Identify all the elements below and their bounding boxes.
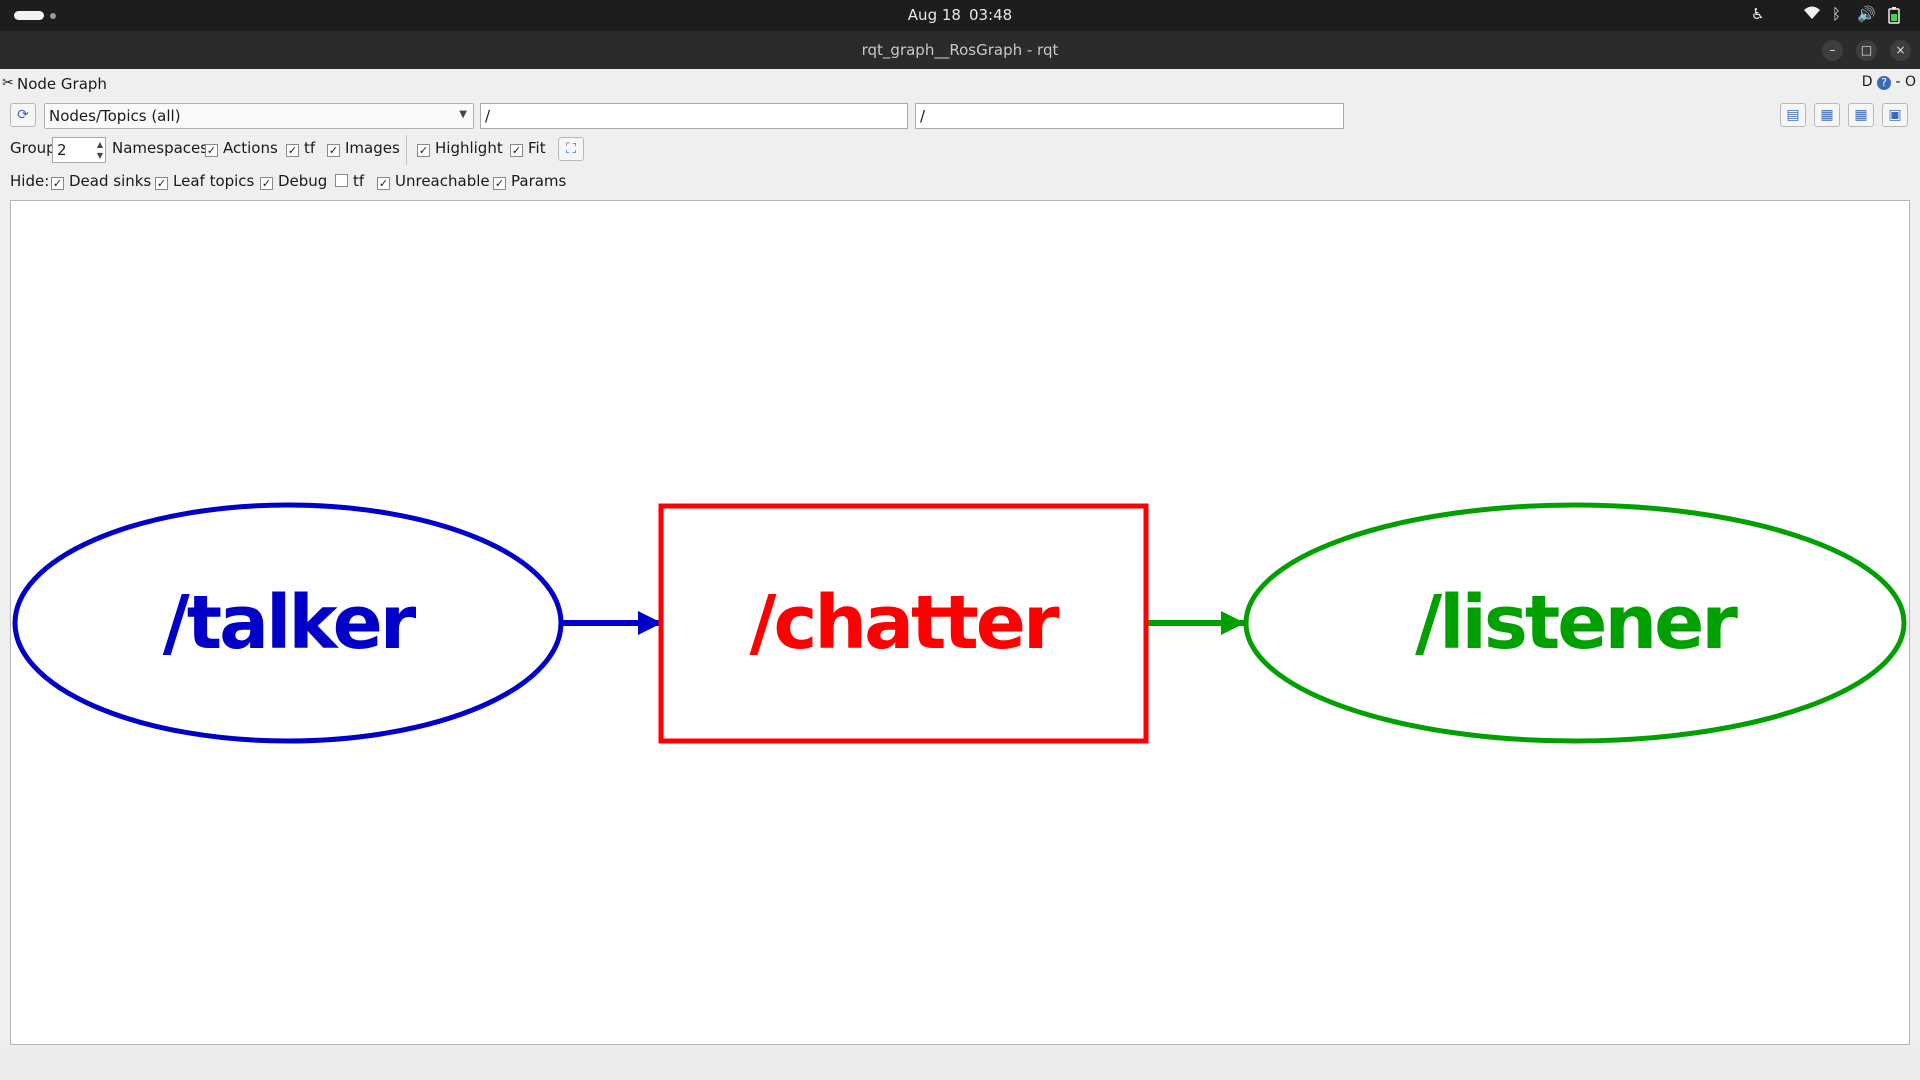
clock-time: 03:48 [968,6,1013,24]
checkmark-icon: ✓ [155,177,168,190]
hide-tf-checkbox[interactable]: tf [335,172,364,190]
save-svg-button[interactable]: ▦ [1848,103,1874,127]
system-top-bar: Aug 18 03:48 ♿ ᛒ 🔊 [0,0,1920,31]
checkmark-icon: ✓ [377,177,390,190]
close-button[interactable]: × [1890,40,1911,61]
save-icon: ▤ [1786,107,1800,123]
plugin-window-controls[interactable]: - O [1895,74,1916,90]
actions-label: Actions [223,139,278,157]
minimize-button[interactable]: – [1822,40,1843,61]
plugin-dock-label[interactable]: D [1862,74,1873,90]
params-label: Params [511,172,567,190]
params-checkbox[interactable]: ✓ Params [493,172,566,190]
refresh-icon: ⟳ [17,107,29,123]
debug-label: Debug [278,172,328,190]
namespaces-label: Namespaces [112,139,209,157]
checkmark-icon: ✓ [493,177,506,190]
status-bar [0,1047,1920,1080]
help-icon[interactable]: ? [1877,76,1892,90]
checkmark-icon: ✓ [286,144,299,157]
highlight-checkbox[interactable]: ✓ Highlight [417,139,503,157]
plugin-controls: D ? - O [1862,74,1916,90]
images-label: Images [345,139,400,157]
images-checkbox[interactable]: ✓ Images [327,139,400,157]
save-image-button[interactable]: ▣ [1882,103,1908,127]
dead-sinks-checkbox[interactable]: ✓ Dead sinks [51,172,151,190]
hide-label: Hide: [10,172,50,190]
topic-chatter-label: /chatter [750,580,1060,666]
window-title: rqt_graph__RosGraph - rqt [861,41,1059,59]
graph-svg: /talker /chatter /listener [12,502,1907,744]
clock[interactable]: Aug 18 03:48 [0,6,1920,24]
rqt-main-area: ✂ Node Graph D ? - O ⟳ Nodes/Topics (all… [0,69,1920,1080]
leaf-topics-checkbox[interactable]: ✓ Leaf topics [155,172,254,190]
refresh-graph-button[interactable]: ⟳ [10,103,36,127]
checkmark-icon: ✓ [260,177,273,190]
tf-checkbox[interactable]: ✓ tf [286,139,315,157]
unchecked-box-icon [335,174,348,187]
checkmark-icon: ✓ [510,144,523,157]
save-as-dot-icon: ▦ [1820,107,1834,123]
volume-icon[interactable]: 🔊 [1857,5,1876,23]
actions-checkbox[interactable]: ✓ Actions [205,139,278,157]
topic-filter-input[interactable]: / [915,103,1344,129]
fit-checkbox[interactable]: ✓ Fit [510,139,546,157]
toolbar-separator [406,135,407,165]
group-value: 2 [57,141,67,159]
fit-view-icon: ⛶ [566,141,576,157]
window-title-bar: rqt_graph__RosGraph - rqt – □ × [0,31,1920,69]
accessibility-icon[interactable]: ♿ [1751,5,1764,23]
unreachable-checkbox[interactable]: ✓ Unreachable [377,172,490,190]
graph-canvas[interactable]: /talker /chatter /listener [10,200,1910,1045]
clock-date: Aug 18 [907,6,961,24]
maximize-button[interactable]: □ [1856,40,1877,61]
leaf-topics-label: Leaf topics [173,172,255,190]
battery-icon[interactable] [1887,7,1901,28]
bluetooth-icon[interactable]: ᛒ [1832,5,1841,23]
checkmark-icon: ✓ [205,144,218,157]
plugin-title: Node Graph [17,75,107,93]
debug-checkbox[interactable]: ✓ Debug [260,172,327,190]
checkmark-icon: ✓ [327,144,340,157]
unreachable-label: Unreachable [395,172,490,190]
node-filter-input[interactable]: / [480,103,908,129]
hide-tf-label: tf [353,172,365,190]
graph-type-value: Nodes/Topics (all) [49,107,181,125]
tf-label: tf [304,139,316,157]
group-spinbox[interactable]: 2 ▲ ▼ [52,137,106,163]
spin-arrows-icon[interactable]: ▲ ▼ [97,139,103,161]
fit-label: Fit [528,139,546,157]
chevron-down-icon: ▼ [459,109,467,120]
highlight-label: Highlight [435,139,503,157]
wifi-icon[interactable] [1804,6,1820,24]
image-icon: ▣ [1888,107,1902,123]
node-talker-label: /talker [163,580,417,666]
load-dot-button[interactable]: ▤ [1780,103,1806,127]
save-as-svg-icon: ▦ [1854,107,1868,123]
checkmark-icon: ✓ [417,144,430,157]
plugin-tools-icon: ✂ [2,75,14,91]
node-listener-label: /listener [1415,580,1738,666]
save-dot-button[interactable]: ▦ [1814,103,1840,127]
graph-type-select[interactable]: Nodes/Topics (all) ▼ [44,103,474,129]
fit-in-view-button[interactable]: ⛶ [558,137,584,161]
dead-sinks-label: Dead sinks [69,172,152,190]
checkmark-icon: ✓ [51,177,64,190]
